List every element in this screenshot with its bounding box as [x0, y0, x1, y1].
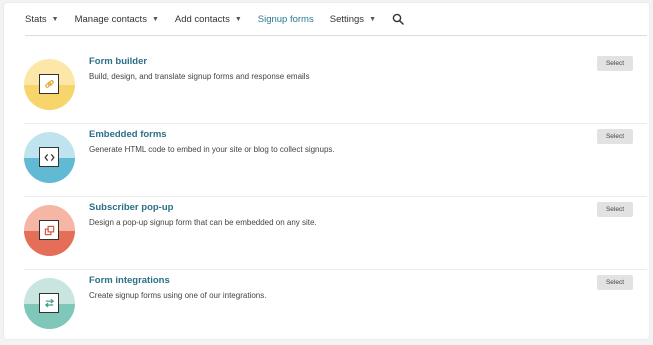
nav-label: Stats: [25, 13, 47, 25]
select-form-integrations-button[interactable]: Select: [597, 275, 633, 290]
form-builder-badge: [24, 59, 75, 110]
chevron-down-icon: ▼: [369, 15, 376, 23]
chevron-down-icon: ▼: [51, 15, 59, 23]
nav-item-signup-forms[interactable]: Signup forms: [258, 14, 314, 25]
form-option-embedded-forms: Embedded forms Generate HTML code to emb…: [24, 123, 647, 197]
popup-icon: [39, 220, 59, 240]
form-option-title[interactable]: Subscriber pop-up: [89, 202, 173, 213]
form-option-title[interactable]: Form builder: [89, 56, 147, 67]
search-icon[interactable]: [392, 13, 404, 25]
nav-item-add-contacts[interactable]: Add contacts ▼: [175, 14, 242, 25]
code-icon: [39, 147, 59, 167]
select-subscriber-popup-button[interactable]: Select: [597, 202, 633, 217]
form-option-description: Generate HTML code to embed in your site…: [89, 145, 335, 154]
nav-label: Signup forms: [257, 13, 314, 25]
form-option-subscriber-popup: Subscriber pop-up Design a pop-up signup…: [24, 196, 647, 270]
embedded-forms-badge: [24, 132, 75, 183]
form-option-form-builder: Form builder Build, design, and translat…: [24, 50, 647, 124]
link-icon: [39, 74, 59, 94]
subscriber-popup-badge: [24, 205, 75, 256]
form-option-description: Create signup forms using one of our int…: [89, 291, 267, 300]
form-option-form-integrations: Form integrations Create signup forms us…: [24, 269, 647, 342]
chevron-down-icon: ▼: [234, 15, 242, 23]
form-option-description: Design a pop-up signup form that can be …: [89, 218, 317, 227]
nav-label: Add contacts: [174, 13, 230, 25]
nav-label: Manage contacts: [74, 13, 147, 25]
form-option-description: Build, design, and translate signup form…: [89, 72, 310, 81]
swap-arrows-icon: [39, 293, 59, 313]
form-option-title[interactable]: Form integrations: [89, 275, 170, 286]
nav-item-manage-contacts[interactable]: Manage contacts ▼: [75, 14, 159, 25]
nav-label: Settings: [329, 13, 365, 25]
chevron-down-icon: ▼: [151, 15, 159, 23]
form-integrations-badge: [24, 278, 75, 329]
nav-item-settings[interactable]: Settings ▼: [330, 14, 376, 25]
nav-item-stats[interactable]: Stats ▼: [25, 14, 59, 25]
select-embedded-forms-button[interactable]: Select: [597, 129, 633, 144]
top-nav: Stats ▼ Manage contacts ▼ Add contacts ▼…: [25, 3, 647, 36]
signup-forms-panel: Stats ▼ Manage contacts ▼ Add contacts ▼…: [4, 3, 649, 339]
form-option-title[interactable]: Embedded forms: [89, 129, 167, 140]
select-form-builder-button[interactable]: Select: [597, 56, 633, 71]
